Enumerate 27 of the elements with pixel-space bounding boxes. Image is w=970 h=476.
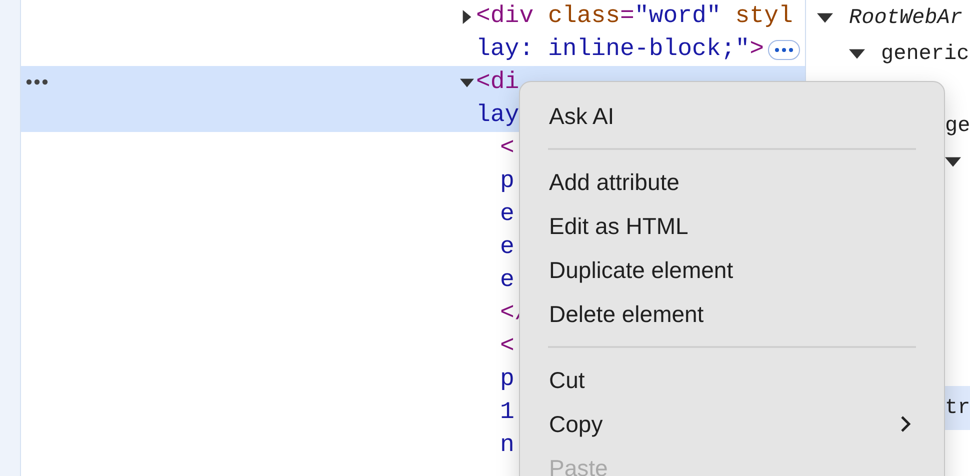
menu-item[interactable]: Delete element bbox=[520, 292, 944, 336]
code-line: <div class="word" styl bbox=[476, 3, 793, 30]
code-line: < bbox=[500, 333, 514, 360]
code-line: 1 bbox=[500, 399, 514, 426]
code-line: <di bbox=[476, 69, 520, 96]
code-line: n bbox=[500, 432, 514, 459]
more-icon[interactable] bbox=[26, 79, 48, 85]
chevron-right-icon bbox=[900, 415, 912, 433]
ellipsis-badge[interactable] bbox=[768, 40, 800, 60]
code-line: lay bbox=[476, 102, 520, 129]
code-line: p bbox=[500, 366, 514, 393]
code-line: p bbox=[500, 168, 514, 195]
code-line: < bbox=[500, 135, 514, 162]
expand-triangle-icon[interactable] bbox=[460, 10, 474, 24]
code-line: lay: inline-block;"> bbox=[476, 36, 764, 63]
tree-node-label[interactable]: ge bbox=[945, 114, 970, 138]
code-line: e bbox=[500, 267, 514, 294]
menu-item[interactable]: Duplicate element bbox=[520, 248, 944, 292]
menu-item[interactable]: Edit as HTML bbox=[520, 204, 944, 248]
tree-node-label[interactable]: generic bbox=[881, 42, 970, 66]
menu-item[interactable]: Add attribute bbox=[520, 160, 944, 204]
code-line: e bbox=[500, 201, 514, 228]
tree-node-label[interactable]: RootWebAr bbox=[849, 6, 962, 30]
code-line: e bbox=[500, 234, 514, 261]
tree-node-label[interactable]: tr bbox=[945, 396, 970, 420]
menu-item[interactable]: Copy bbox=[520, 402, 944, 446]
menu-item[interactable]: Cut bbox=[520, 358, 944, 402]
